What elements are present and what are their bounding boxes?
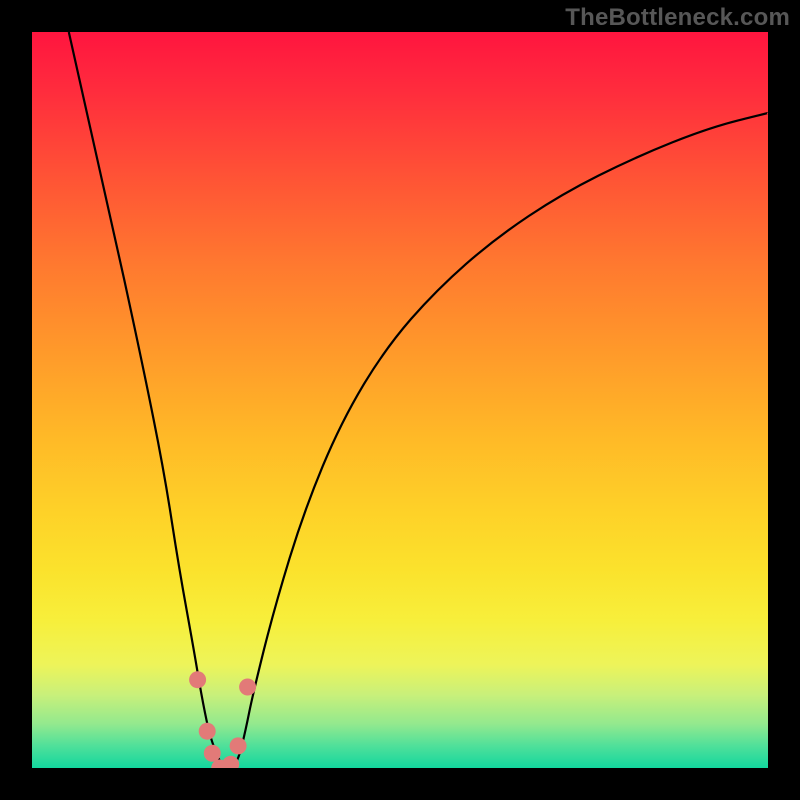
bottleneck-curve	[69, 32, 768, 768]
curve-marker	[239, 679, 256, 696]
plot-area	[32, 32, 768, 768]
curve-marker	[204, 745, 221, 762]
curve-marker	[222, 756, 239, 768]
curve-layer	[32, 32, 768, 768]
chart-frame: TheBottleneck.com	[0, 0, 800, 800]
curve-marker	[189, 671, 206, 688]
curve-marker	[199, 723, 216, 740]
watermark-label: TheBottleneck.com	[565, 4, 790, 32]
curve-marker	[230, 737, 247, 754]
curve-markers	[189, 671, 256, 768]
